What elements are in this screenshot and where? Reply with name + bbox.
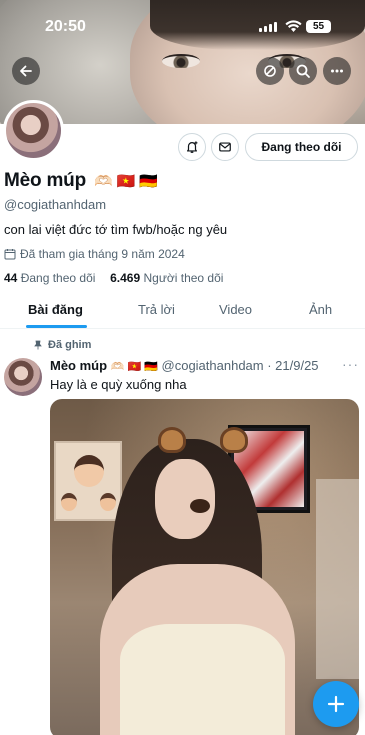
search-icon — [296, 64, 310, 78]
post-media[interactable] — [50, 399, 359, 735]
pinned-indicator: Đã ghim — [33, 339, 91, 351]
media-filter-ear-left — [158, 427, 186, 453]
profile-avatar[interactable] — [3, 100, 64, 161]
calendar-icon — [4, 249, 16, 260]
post-more-button[interactable]: ··· — [342, 356, 359, 372]
arrow-left-icon — [20, 65, 32, 77]
tab-posts[interactable]: Bài đăng — [28, 302, 83, 317]
media-filter-nose — [190, 499, 210, 513]
post-author-name[interactable]: Mèo múp — [50, 358, 107, 373]
pin-icon — [34, 340, 42, 350]
wifi-icon — [285, 20, 302, 32]
back-button[interactable] — [12, 57, 40, 85]
more-button[interactable] — [323, 57, 351, 85]
status-time: 20:50 — [45, 18, 86, 35]
post-header: Mèo múp 🫶🏻 🇻🇳 🇩🇪 @cogiathanhdam · 21/9/2… — [50, 358, 319, 373]
profile-bio: con lai việt đức tớ tìm fwb/hoặc ng yêu — [4, 222, 228, 237]
post-text: Hay là e quỳ xuống nha — [50, 377, 187, 392]
signal-icon — [259, 22, 277, 32]
message-button[interactable] — [211, 133, 239, 161]
media-filter-ear-right — [220, 427, 248, 453]
media-face — [155, 459, 215, 539]
post-handle-date: @cogiathanhdam · 21/9/25 — [161, 358, 319, 373]
banner-eye-left — [162, 54, 200, 68]
follow-stats: 44 Đang theo dõi 6.469 Người theo dõi — [4, 271, 223, 285]
battery-icon: 55 — [306, 20, 331, 33]
post-author-emojis: 🫶🏻 🇻🇳 🇩🇪 — [110, 361, 158, 373]
followers-label: Người theo dõi — [143, 271, 224, 285]
following-count: 44 — [4, 271, 18, 285]
profile-name-text: Mèo múp — [4, 170, 86, 191]
status-bar: 20:50 55 — [0, 0, 365, 52]
grok-button[interactable] — [256, 57, 284, 85]
following-button[interactable]: Đang theo dõi — [245, 133, 358, 161]
profile-tabs: Bài đăng Trả lời Video Ảnh — [0, 292, 365, 329]
more-icon — [331, 69, 343, 73]
media-dress — [120, 624, 285, 735]
tab-photos[interactable]: Ảnh — [309, 302, 332, 317]
following-label: Đang theo dõi — [20, 271, 96, 285]
media-poster — [54, 441, 122, 521]
tab-videos[interactable]: Video — [219, 302, 252, 317]
joined-date: Đã tham gia tháng 9 năm 2024 — [4, 247, 185, 261]
media-door — [316, 479, 359, 679]
profile-name-emojis: 🫶🏻 🇻🇳 🇩🇪 — [94, 173, 158, 190]
active-tab-indicator — [26, 325, 87, 328]
pinned-label: Đã ghim — [48, 339, 92, 351]
grok-icon — [264, 65, 276, 77]
profile-handle: @cogiathanhdam — [4, 197, 107, 212]
mail-icon — [219, 142, 231, 152]
followers-count: 6.469 — [110, 271, 141, 285]
joined-text: Đã tham gia tháng 9 năm 2024 — [20, 247, 185, 261]
search-button[interactable] — [289, 57, 317, 85]
compose-button[interactable] — [313, 681, 359, 727]
notifications-button[interactable] — [178, 133, 206, 161]
post-author-avatar[interactable] — [4, 358, 42, 396]
following-link[interactable]: 44 Đang theo dõi — [4, 271, 95, 285]
tab-replies[interactable]: Trả lời — [138, 302, 175, 317]
profile-name: Mèo múp 🫶🏻 🇻🇳 🇩🇪 — [4, 170, 158, 192]
followers-link[interactable]: 6.469 Người theo dõi — [110, 271, 223, 285]
bell-plus-icon — [187, 141, 198, 153]
plus-icon — [327, 695, 345, 713]
